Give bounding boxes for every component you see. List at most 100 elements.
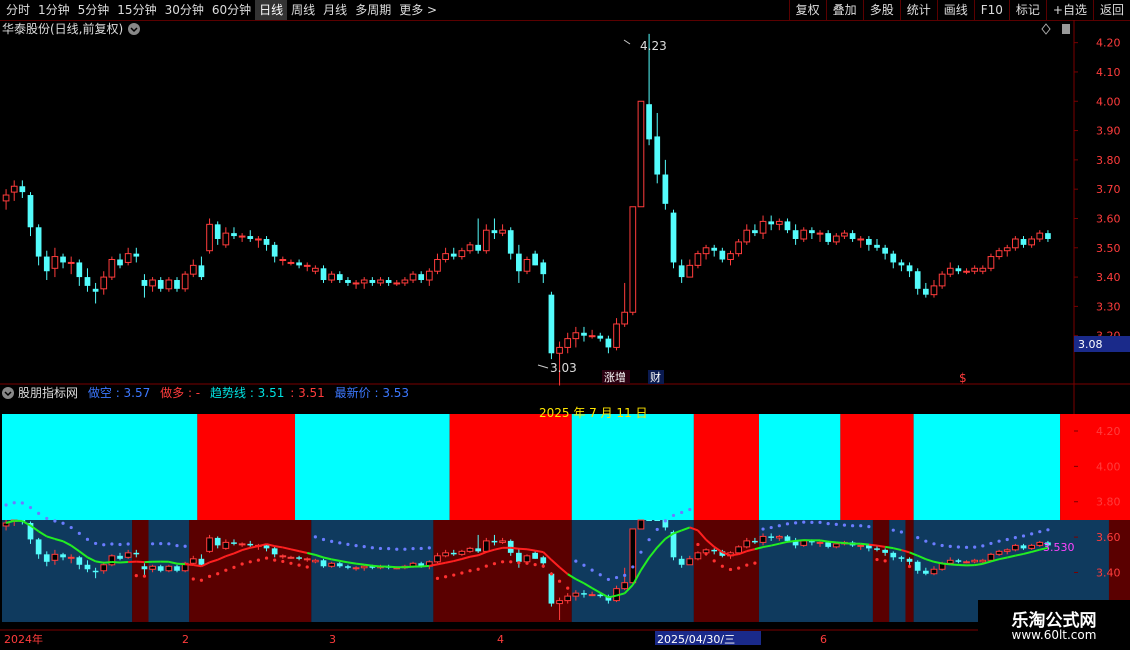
stock-chart[interactable]: 3.203.303.403.503.603.703.803.904.004.10… xyxy=(0,20,1130,650)
toolbar-action-1[interactable]: 叠加 xyxy=(825,0,863,20)
stop-dot-120 xyxy=(981,544,985,548)
main-tick-label-7: 3.90 xyxy=(1096,125,1121,138)
ind-candle-13 xyxy=(108,555,116,566)
ind-tick-label-3: 3.80 xyxy=(1096,496,1121,509)
main-candle-28 xyxy=(231,233,237,237)
stop-dot-8 xyxy=(69,525,73,530)
ind-candle-127 xyxy=(1036,541,1044,546)
period-tab-5[interactable]: 60分钟 xyxy=(208,0,255,20)
ind-candle-63 xyxy=(516,552,522,562)
ind-candle-32 xyxy=(263,545,270,549)
stop-dot-80 xyxy=(655,527,659,532)
title-dropdown-icon[interactable] xyxy=(128,23,140,35)
event-marker-2[interactable]: 财 xyxy=(650,370,661,384)
stop-dot-78 xyxy=(639,550,643,554)
main-candle-30 xyxy=(247,236,254,239)
main-candle-44 xyxy=(360,279,368,284)
main-candle-89 xyxy=(727,253,734,261)
ind-candle-18 xyxy=(149,565,156,570)
main-tick-label-4: 3.60 xyxy=(1096,212,1121,225)
legend-trend-value: 3.51 xyxy=(258,386,285,400)
main-candle-45 xyxy=(369,280,376,283)
period-tab-3[interactable]: 15分钟 xyxy=(113,0,160,20)
stop-dot-113 xyxy=(924,539,928,543)
trend-band-6 xyxy=(758,414,841,520)
ind-candle-95 xyxy=(775,535,783,539)
main-tick-label-9: 4.10 xyxy=(1096,66,1121,79)
main-candle-110 xyxy=(898,262,905,266)
stop-dot-91 xyxy=(745,563,749,567)
main-candle-128 xyxy=(1045,233,1051,239)
stop-dot-96 xyxy=(785,522,790,526)
main-candle-69 xyxy=(564,338,572,348)
period-tab-4[interactable]: 30分钟 xyxy=(161,0,208,20)
ind-candle-57 xyxy=(466,547,474,552)
ind-candle-28 xyxy=(231,542,237,544)
ind-candle-56 xyxy=(458,550,466,555)
toolbar-action-3[interactable]: 统计 xyxy=(899,0,937,20)
event-marker-1[interactable]: 涨增 xyxy=(604,370,626,384)
ma-line-seg-64 xyxy=(518,547,528,551)
ind-candle-124 xyxy=(1012,544,1019,551)
stop-dot-44 xyxy=(362,544,366,549)
ma-line-seg-63 xyxy=(510,546,519,550)
ma-line-seg-120 xyxy=(974,562,983,567)
toolbar-action-5[interactable]: F10 xyxy=(973,0,1009,20)
ma-line-seg-44 xyxy=(355,562,365,566)
period-tab-1[interactable]: 1分钟 xyxy=(34,0,74,20)
stop-dot-0 xyxy=(4,503,8,507)
diamond-icon[interactable] xyxy=(1041,23,1051,35)
stop-dot-109 xyxy=(891,528,895,532)
period-tab-7[interactable]: 周线 xyxy=(287,0,319,20)
x-label-5: 6 xyxy=(820,633,827,646)
toolbar-action-6[interactable]: 标记 xyxy=(1008,0,1046,20)
ind-tick-label-4: 4.00 xyxy=(1096,460,1121,473)
period-tab-10[interactable]: 更多 > xyxy=(395,0,441,20)
ind-candle-69 xyxy=(564,595,572,602)
ind-candle-123 xyxy=(1003,549,1011,552)
indicator-dropdown-icon[interactable] xyxy=(2,387,14,399)
ind-candle-8 xyxy=(67,556,75,559)
main-candle-23 xyxy=(189,264,197,275)
stop-dot-72 xyxy=(590,568,594,572)
ma-line-seg-117 xyxy=(950,563,959,566)
stop-dot-45 xyxy=(370,546,374,550)
toolbar-action-8[interactable]: 返回 xyxy=(1092,0,1130,20)
main-candle-47 xyxy=(385,280,392,283)
main-candle-65 xyxy=(532,253,538,266)
lower-band-10 xyxy=(889,520,906,622)
lower-band-7 xyxy=(693,520,759,622)
toolbar-action-0[interactable]: 复权 xyxy=(788,0,826,20)
panel-toggle-icon[interactable] xyxy=(1062,24,1070,34)
lower-band-0 xyxy=(2,520,133,622)
stop-dot-16 xyxy=(134,574,138,578)
trend-band-5 xyxy=(693,414,759,520)
period-tab-8[interactable]: 月线 xyxy=(319,0,351,20)
period-tab-2[interactable]: 5分钟 xyxy=(74,0,114,20)
ind-candle-68 xyxy=(556,600,563,605)
ind-candle-11 xyxy=(92,570,99,573)
low-annotation: 3.03 xyxy=(537,361,577,375)
legend-long-label: 做多 xyxy=(160,385,184,400)
ind-candle-35 xyxy=(287,556,295,559)
ind-candle-12 xyxy=(100,564,108,572)
main-candle-111 xyxy=(906,265,913,272)
toolbar-action-2[interactable]: 多股 xyxy=(862,0,900,20)
ind-candle-67 xyxy=(548,573,555,604)
main-candle-80 xyxy=(654,136,661,175)
ind-candle-17 xyxy=(141,566,148,570)
toolbar-action-7[interactable]: +自选 xyxy=(1045,0,1093,20)
toolbar-action-4[interactable]: 画线 xyxy=(936,0,974,20)
ind-candle-98 xyxy=(800,540,808,546)
stop-dot-15 xyxy=(126,542,130,546)
period-tab-0[interactable]: 分时 xyxy=(2,0,34,20)
x-label-0: 2024年 xyxy=(4,632,43,646)
period-tab-9[interactable]: 多周期 xyxy=(351,0,395,20)
stop-dot-7 xyxy=(61,521,65,525)
ma-line-seg-107 xyxy=(868,543,878,547)
trend-band-7 xyxy=(840,414,914,520)
event-marker-3[interactable]: $ xyxy=(959,371,967,385)
ma-line-seg-50 xyxy=(404,565,414,569)
ma-line-seg-13 xyxy=(103,560,112,564)
period-tab-6[interactable]: 日线 xyxy=(255,0,288,20)
